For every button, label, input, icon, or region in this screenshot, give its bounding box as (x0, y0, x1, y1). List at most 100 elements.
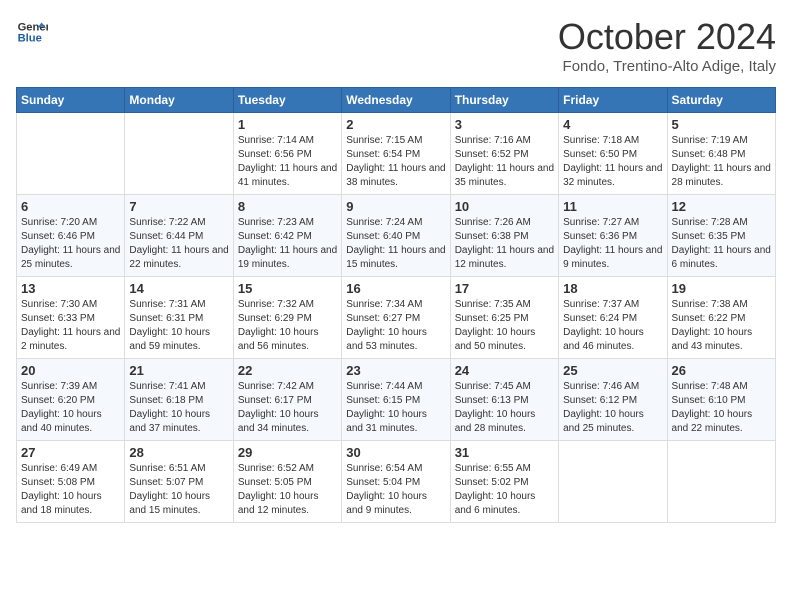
location-subtitle: Fondo, Trentino-Alto Adige, Italy (558, 58, 776, 75)
page-header: General Blue October 2024 Fondo, Trentin… (16, 16, 776, 75)
calendar-week-4: 20Sunrise: 7:39 AM Sunset: 6:20 PM Dayli… (17, 359, 776, 441)
calendar-week-5: 27Sunrise: 6:49 AM Sunset: 5:08 PM Dayli… (17, 441, 776, 523)
day-header-tuesday: Tuesday (233, 88, 341, 113)
day-info: Sunrise: 7:18 AM Sunset: 6:50 PM Dayligh… (563, 134, 662, 190)
day-header-saturday: Saturday (667, 88, 775, 113)
calendar-cell: 8Sunrise: 7:23 AM Sunset: 6:42 PM Daylig… (233, 195, 341, 277)
day-info: Sunrise: 7:35 AM Sunset: 6:25 PM Dayligh… (455, 298, 554, 354)
day-number: 28 (129, 445, 228, 460)
calendar-cell: 24 Sunrise: 7:45 AM Sunset: 6:13 PM Dayli… (450, 359, 558, 441)
day-number: 23 (346, 363, 445, 378)
calendar-cell (667, 441, 775, 523)
day-info: Sunrise: 7:23 AM Sunset: 6:42 PM Dayligh… (238, 216, 337, 272)
svg-text:Blue: Blue (18, 33, 42, 45)
day-number: 30 (346, 445, 445, 460)
calendar-cell: 27Sunrise: 6:49 AM Sunset: 5:08 PM Dayli… (17, 441, 125, 523)
day-number: 13 (21, 281, 120, 296)
day-header-wednesday: Wednesday (342, 88, 450, 113)
calendar-cell: 28Sunrise: 6:51 AM Sunset: 5:07 PM Dayli… (125, 441, 233, 523)
day-info: Sunrise: 7:24 AM Sunset: 6:40 PM Dayligh… (346, 216, 445, 272)
calendar-cell (559, 441, 667, 523)
title-block: October 2024 Fondo, Trentino-Alto Adige,… (558, 16, 776, 75)
calendar-week-1: 1 Sunrise: 7:14 AM Sunset: 6:56 PM Daylig… (17, 113, 776, 195)
day-info: Sunrise: 7:27 AM Sunset: 6:36 PM Dayligh… (563, 216, 662, 272)
calendar-cell: 15 Sunrise: 7:32 AM Sunset: 6:29 PM Dayli… (233, 277, 341, 359)
day-info: Sunrise: 7:45 AM Sunset: 6:13 PM Dayligh… (455, 380, 554, 436)
day-info: Sunrise: 7:28 AM Sunset: 6:35 PM Dayligh… (672, 216, 771, 272)
day-number: 4 (563, 117, 662, 132)
day-info: Sunrise: 7:38 AM Sunset: 6:22 PM Dayligh… (672, 298, 771, 354)
day-header-monday: Monday (125, 88, 233, 113)
day-number: 24 (455, 363, 554, 378)
calendar-cell: 25 Sunrise: 7:46 AM Sunset: 6:12 PM Dayli… (559, 359, 667, 441)
day-info: Sunrise: 7:19 AM Sunset: 6:48 PM Dayligh… (672, 134, 771, 190)
day-info: Sunrise: 6:55 AM Sunset: 5:02 PM Dayligh… (455, 462, 554, 518)
calendar-cell: 22 Sunrise: 7:42 AM Sunset: 6:17 PM Dayli… (233, 359, 341, 441)
day-number: 12 (672, 199, 771, 214)
day-number: 26 (672, 363, 771, 378)
calendar-cell: 31 Sunrise: 6:55 AM Sunset: 5:02 PM Dayli… (450, 441, 558, 523)
calendar-cell: 7 Sunrise: 7:22 AM Sunset: 6:44 PM Daylig… (125, 195, 233, 277)
day-number: 25 (563, 363, 662, 378)
day-info: Sunrise: 7:34 AM Sunset: 6:27 PM Dayligh… (346, 298, 445, 354)
day-number: 1 (238, 117, 337, 132)
calendar-cell: 20Sunrise: 7:39 AM Sunset: 6:20 PM Dayli… (17, 359, 125, 441)
day-number: 11 (563, 199, 662, 214)
calendar-cell: 17 Sunrise: 7:35 AM Sunset: 6:25 PM Dayli… (450, 277, 558, 359)
calendar-cell: 29 Sunrise: 6:52 AM Sunset: 5:05 PM Dayli… (233, 441, 341, 523)
day-info: Sunrise: 6:49 AM Sunset: 5:08 PM Dayligh… (21, 462, 120, 518)
calendar-cell: 26 Sunrise: 7:48 AM Sunset: 6:10 PM Dayli… (667, 359, 775, 441)
day-number: 3 (455, 117, 554, 132)
day-info: Sunrise: 7:37 AM Sunset: 6:24 PM Dayligh… (563, 298, 662, 354)
day-number: 29 (238, 445, 337, 460)
day-number: 16 (346, 281, 445, 296)
day-number: 6 (21, 199, 120, 214)
calendar-cell: 4 Sunrise: 7:18 AM Sunset: 6:50 PM Daylig… (559, 113, 667, 195)
calendar-cell: 3Sunrise: 7:16 AM Sunset: 6:52 PM Daylig… (450, 113, 558, 195)
day-number: 10 (455, 199, 554, 214)
day-number: 31 (455, 445, 554, 460)
day-header-friday: Friday (559, 88, 667, 113)
calendar-cell (17, 113, 125, 195)
calendar-table: SundayMondayTuesdayWednesdayThursdayFrid… (16, 87, 776, 523)
calendar-cell: 6Sunrise: 7:20 AM Sunset: 6:46 PM Daylig… (17, 195, 125, 277)
day-info: Sunrise: 7:22 AM Sunset: 6:44 PM Dayligh… (129, 216, 228, 272)
day-info: Sunrise: 7:42 AM Sunset: 6:17 PM Dayligh… (238, 380, 337, 436)
day-info: Sunrise: 7:46 AM Sunset: 6:12 PM Dayligh… (563, 380, 662, 436)
logo: General Blue (16, 16, 48, 48)
calendar-cell: 5 Sunrise: 7:19 AM Sunset: 6:48 PM Daylig… (667, 113, 775, 195)
day-info: Sunrise: 7:32 AM Sunset: 6:29 PM Dayligh… (238, 298, 337, 354)
calendar-cell: 14 Sunrise: 7:31 AM Sunset: 6:31 PM Dayli… (125, 277, 233, 359)
day-number: 21 (129, 363, 228, 378)
day-number: 7 (129, 199, 228, 214)
calendar-cell: 13Sunrise: 7:30 AM Sunset: 6:33 PM Dayli… (17, 277, 125, 359)
day-number: 18 (563, 281, 662, 296)
calendar-cell: 10 Sunrise: 7:26 AM Sunset: 6:38 PM Dayli… (450, 195, 558, 277)
calendar-cell: 19Sunrise: 7:38 AM Sunset: 6:22 PM Dayli… (667, 277, 775, 359)
calendar-cell: 23 Sunrise: 7:44 AM Sunset: 6:15 PM Dayli… (342, 359, 450, 441)
day-info: Sunrise: 7:39 AM Sunset: 6:20 PM Dayligh… (21, 380, 120, 436)
calendar-cell (125, 113, 233, 195)
day-header-thursday: Thursday (450, 88, 558, 113)
calendar-cell: 2Sunrise: 7:15 AM Sunset: 6:54 PM Daylig… (342, 113, 450, 195)
day-number: 22 (238, 363, 337, 378)
svg-text:General: General (18, 21, 48, 33)
day-info: Sunrise: 7:26 AM Sunset: 6:38 PM Dayligh… (455, 216, 554, 272)
day-info: Sunrise: 7:48 AM Sunset: 6:10 PM Dayligh… (672, 380, 771, 436)
day-info: Sunrise: 7:14 AM Sunset: 6:56 PM Dayligh… (238, 134, 337, 190)
calendar-cell: 21Sunrise: 7:41 AM Sunset: 6:18 PM Dayli… (125, 359, 233, 441)
day-info: Sunrise: 7:44 AM Sunset: 6:15 PM Dayligh… (346, 380, 445, 436)
calendar-cell: 18 Sunrise: 7:37 AM Sunset: 6:24 PM Dayli… (559, 277, 667, 359)
day-number: 14 (129, 281, 228, 296)
calendar-cell: 11 Sunrise: 7:27 AM Sunset: 6:36 PM Dayli… (559, 195, 667, 277)
calendar-cell: 9 Sunrise: 7:24 AM Sunset: 6:40 PM Daylig… (342, 195, 450, 277)
day-number: 9 (346, 199, 445, 214)
calendar-cell: 1 Sunrise: 7:14 AM Sunset: 6:56 PM Daylig… (233, 113, 341, 195)
day-number: 15 (238, 281, 337, 296)
day-number: 5 (672, 117, 771, 132)
day-info: Sunrise: 7:31 AM Sunset: 6:31 PM Dayligh… (129, 298, 228, 354)
calendar-header-row: SundayMondayTuesdayWednesdayThursdayFrid… (17, 88, 776, 113)
day-info: Sunrise: 6:52 AM Sunset: 5:05 PM Dayligh… (238, 462, 337, 518)
day-number: 17 (455, 281, 554, 296)
calendar-week-3: 13Sunrise: 7:30 AM Sunset: 6:33 PM Dayli… (17, 277, 776, 359)
